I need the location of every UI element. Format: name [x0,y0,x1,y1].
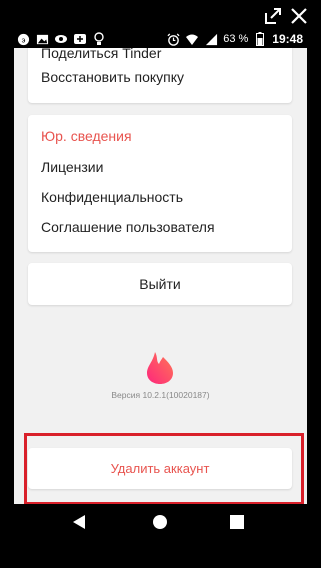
recents-icon[interactable] [228,513,246,531]
app-version: Версия 10.2.1(10020187) [111,390,210,400]
back-icon[interactable] [70,513,88,531]
battery-percent: 63 % [223,33,249,45]
app-notification-icon: э [16,32,30,46]
account-actions-card: Поделиться Tinder Восстановить покупку [28,48,292,103]
status-bar: э 63 % 19:48 [14,30,307,48]
screen-cast-icon [73,32,87,46]
terms-item[interactable]: Соглашение пользователя [41,219,215,235]
close-icon[interactable] [289,6,311,26]
tinder-flame-icon [146,351,174,385]
legal-card: Юр. сведения Лицензии Конфиденциальность… [28,115,292,252]
restore-purchase-item[interactable]: Восстановить покупку [41,69,184,85]
android-nav-bar [14,504,307,540]
privacy-item[interactable]: Конфиденциальность [41,189,183,205]
svg-text:э: э [21,35,25,44]
wifi-icon [185,32,199,46]
licenses-item[interactable]: Лицензии [41,159,103,175]
logout-label: Выйти [139,276,181,292]
device-top-frame [0,0,321,30]
bulb-icon [92,32,106,46]
expand-icon[interactable] [263,6,285,26]
device-bottom-frame [0,540,321,568]
photo-icon [35,32,49,46]
share-tinder-item[interactable]: Поделиться Tinder [41,48,161,61]
home-icon[interactable] [151,513,169,531]
delete-account-highlight [24,433,304,505]
legal-section-header: Юр. сведения [41,128,132,144]
signal-icon [204,32,218,46]
clock-time: 19:48 [272,32,303,46]
battery-icon [253,32,267,46]
eye-icon [54,32,68,46]
logout-button[interactable]: Выйти [28,263,292,305]
alarm-icon [166,32,180,46]
